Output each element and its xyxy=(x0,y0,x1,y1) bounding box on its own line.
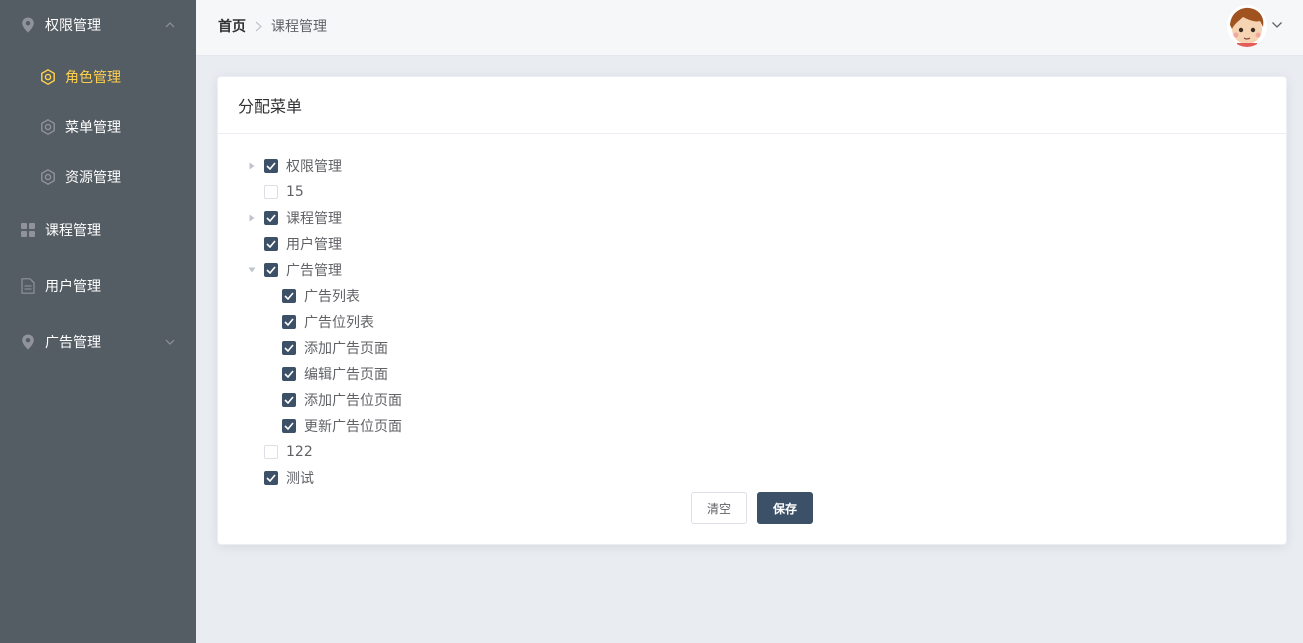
sidebar-item-user[interactable]: 用户管理 xyxy=(0,261,196,311)
sidebar-item-label: 角色管理 xyxy=(65,70,121,86)
tree-node-label: 更新广告位页面 xyxy=(304,419,402,435)
sidebar-item-role[interactable]: 角色管理 xyxy=(0,52,196,102)
tree-node-label: 测试 xyxy=(286,471,314,487)
sidebar-item-label: 课程管理 xyxy=(45,223,101,239)
sidebar-item-label: 菜单管理 xyxy=(65,120,121,136)
tree-node-label: 添加广告位页面 xyxy=(304,393,402,409)
tree-node-label: 15 xyxy=(286,184,304,200)
sidebar-item-resource[interactable]: 资源管理 xyxy=(0,152,196,202)
gear-icon xyxy=(40,119,56,135)
tree-node-label: 添加广告页面 xyxy=(304,341,388,357)
assign-menu-card: 分配菜单 xyxy=(217,76,1287,545)
tree-node[interactable]: 添加广告页面 xyxy=(264,335,388,361)
tree-checkbox[interactable] xyxy=(282,315,296,329)
tree-checkbox[interactable] xyxy=(282,367,296,381)
gear-icon xyxy=(40,69,56,85)
location-icon xyxy=(20,334,36,350)
sidebar: 权限管理 角色管理 菜单管理 资源管理 课程管理 用户管理 广告管理 xyxy=(0,0,196,643)
card-title: 分配菜单 xyxy=(218,77,1286,134)
tree-checkbox[interactable] xyxy=(264,185,278,199)
tree-node[interactable]: 广告管理 xyxy=(246,257,342,283)
tree-node-label: 权限管理 xyxy=(286,159,342,175)
chevron-down-icon xyxy=(164,336,176,348)
clear-button[interactable]: 清空 xyxy=(691,492,747,524)
tree-checkbox[interactable] xyxy=(264,237,278,251)
grid-icon xyxy=(20,222,36,238)
tree-node-label: 编辑广告页面 xyxy=(304,367,388,383)
tree-node[interactable]: 广告列表 xyxy=(264,283,360,309)
tree-checkbox[interactable] xyxy=(282,419,296,433)
sidebar-item-course[interactable]: 课程管理 xyxy=(0,205,196,255)
chevron-down-icon[interactable] xyxy=(1271,19,1283,31)
tree-checkbox[interactable] xyxy=(264,445,278,459)
tree-node[interactable]: 广告位列表 xyxy=(264,309,374,335)
caret-right-icon[interactable] xyxy=(246,212,258,224)
breadcrumb: 首页 课程管理 xyxy=(218,0,327,52)
sidebar-item-ad[interactable]: 广告管理 xyxy=(0,317,196,367)
gear-icon xyxy=(40,169,56,185)
tree-checkbox[interactable] xyxy=(282,393,296,407)
chevron-right-icon xyxy=(255,21,262,32)
location-icon xyxy=(20,17,36,33)
breadcrumb-home[interactable]: 首页 xyxy=(218,16,246,36)
tree-node-label: 课程管理 xyxy=(286,211,342,227)
sidebar-item-label: 用户管理 xyxy=(45,279,101,295)
tree-node-label: 广告位列表 xyxy=(304,315,374,331)
tree-node-label: 用户管理 xyxy=(286,237,342,253)
tree-checkbox[interactable] xyxy=(264,211,278,225)
tree-checkbox[interactable] xyxy=(264,471,278,485)
caret-right-icon[interactable] xyxy=(246,160,258,172)
avatar[interactable] xyxy=(1227,5,1267,47)
sidebar-item-label: 广告管理 xyxy=(45,335,101,351)
tree-node[interactable]: 更新广告位页面 xyxy=(264,413,402,439)
tree-node-label: 广告列表 xyxy=(304,289,360,305)
save-button[interactable]: 保存 xyxy=(757,492,813,524)
chevron-up-icon xyxy=(164,19,176,31)
header: 首页 课程管理 xyxy=(196,0,1303,56)
tree-checkbox[interactable] xyxy=(282,289,296,303)
tree-node[interactable]: 用户管理 xyxy=(246,231,342,257)
tree-node[interactable]: 测试 xyxy=(246,465,314,491)
tree-node[interactable]: 122 xyxy=(246,439,313,465)
tree-node[interactable]: 编辑广告页面 xyxy=(264,361,388,387)
tree-checkbox[interactable] xyxy=(264,159,278,173)
tree-node-label: 122 xyxy=(286,444,313,460)
document-icon xyxy=(20,278,36,294)
sidebar-item-menu[interactable]: 菜单管理 xyxy=(0,102,196,152)
tree-node[interactable]: 课程管理 xyxy=(246,205,342,231)
tree-node[interactable]: 权限管理 xyxy=(246,153,342,179)
tree-node-label: 广告管理 xyxy=(286,263,342,279)
tree-node[interactable]: 添加广告位页面 xyxy=(264,387,402,413)
sidebar-item-label: 资源管理 xyxy=(65,170,121,186)
sidebar-item-permission[interactable]: 权限管理 xyxy=(0,0,196,50)
tree-checkbox[interactable] xyxy=(264,263,278,277)
tree-checkbox[interactable] xyxy=(282,341,296,355)
tree-node[interactable]: 15 xyxy=(246,179,304,205)
sidebar-item-label: 权限管理 xyxy=(45,18,101,34)
caret-down-icon[interactable] xyxy=(246,264,258,276)
breadcrumb-current: 课程管理 xyxy=(271,19,327,35)
